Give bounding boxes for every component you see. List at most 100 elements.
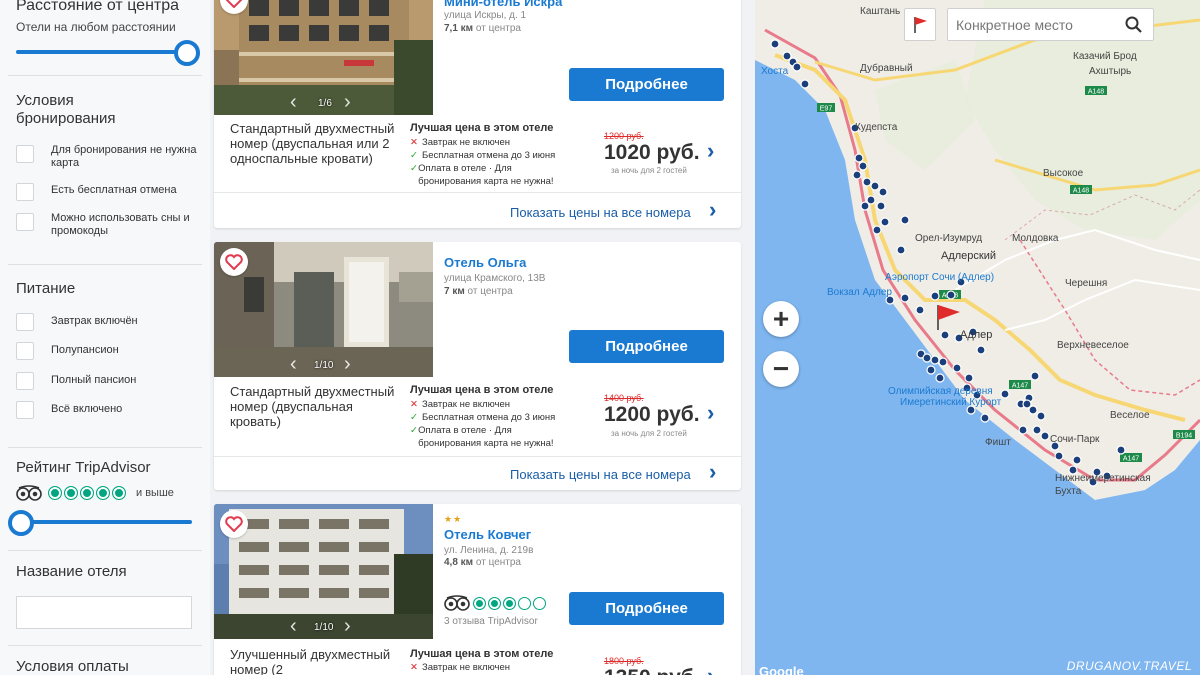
- hotel-pin-icon[interactable]: [922, 353, 932, 363]
- hotel-pin-icon[interactable]: [946, 290, 956, 300]
- photo-prev-arrow[interactable]: ‹: [290, 354, 297, 374]
- booking-conditions: ✕ Завтрак не включен ✓ Бесплатная отмена д…: [410, 136, 575, 188]
- hotel-pin-icon[interactable]: [980, 413, 990, 423]
- hotel-pin-icon[interactable]: [770, 39, 780, 49]
- photo-next-arrow[interactable]: ›: [344, 616, 351, 636]
- hotel-pin-icon[interactable]: [878, 187, 888, 197]
- hotel-pin-icon[interactable]: [792, 62, 802, 72]
- checkbox-full-board[interactable]: Полный пансион: [16, 371, 201, 390]
- zoom-out-button[interactable]: −: [763, 351, 799, 387]
- favorite-button[interactable]: [220, 248, 248, 276]
- checkbox-free-cancel[interactable]: Есть бесплатная отмена: [16, 182, 201, 201]
- hotel-pin-icon[interactable]: [926, 365, 936, 375]
- hotel-pin-icon[interactable]: [1000, 389, 1010, 399]
- checkbox-box[interactable]: [16, 342, 34, 360]
- hotel-stars: ★★: [444, 514, 463, 524]
- hotel-pin-icon[interactable]: [915, 305, 925, 315]
- photo-prev-arrow[interactable]: ‹: [290, 616, 297, 636]
- hotel-pin-icon[interactable]: [872, 225, 882, 235]
- hotel-name-link[interactable]: Мини-отель Искра: [444, 0, 562, 9]
- price-chevron-icon[interactable]: ›: [707, 400, 714, 426]
- hotel-name-input[interactable]: [16, 596, 192, 629]
- photo-prev-arrow[interactable]: ‹: [290, 92, 297, 112]
- checkbox-half-board[interactable]: Полупансион: [16, 341, 201, 360]
- hotel-photo[interactable]: ‹ 1/10 ›: [214, 242, 433, 377]
- price-chevron-icon[interactable]: ›: [707, 663, 714, 675]
- hotel-pin-icon[interactable]: [876, 201, 886, 211]
- hotel-pin-icon[interactable]: [964, 373, 974, 383]
- all-prices-link[interactable]: Показать цены на все номера: [510, 467, 691, 482]
- hotel-pin-icon[interactable]: [870, 181, 880, 191]
- checkbox-all-inclusive[interactable]: Всё включено: [16, 400, 201, 419]
- checkbox-label: Всё включено: [51, 403, 123, 415]
- checkbox-box[interactable]: [16, 183, 34, 201]
- tripadvisor-rating-filter[interactable]: и выше: [16, 485, 174, 501]
- checkbox-box[interactable]: [16, 213, 34, 231]
- favorite-button[interactable]: [220, 510, 248, 538]
- photo-next-arrow[interactable]: ›: [344, 354, 351, 374]
- hotel-pin-icon[interactable]: [1072, 455, 1082, 465]
- hotel-pin-icon[interactable]: [800, 79, 810, 89]
- hotel-pin-icon[interactable]: [1054, 451, 1064, 461]
- map-label: Имеретинский Курорт: [900, 397, 1002, 408]
- meals-filter-title: Питание: [16, 280, 76, 297]
- checkbox-box[interactable]: [16, 313, 34, 331]
- map-flag-button[interactable]: [904, 8, 936, 41]
- hotel-pin-icon[interactable]: [1116, 445, 1126, 455]
- hotel-pin-icon[interactable]: [1040, 431, 1050, 441]
- hotel-pin-icon[interactable]: [938, 357, 948, 367]
- price-chevron-icon[interactable]: ›: [707, 138, 714, 164]
- hotel-pin-icon[interactable]: [976, 345, 986, 355]
- hotel-name-link[interactable]: Отель Ковчег: [444, 527, 531, 542]
- tripadvisor-filter-title: Рейтинг TripAdvisor: [16, 459, 151, 476]
- map-search-input[interactable]: Конкретное место: [947, 8, 1154, 41]
- zoom-in-button[interactable]: +: [763, 301, 799, 337]
- hotel-pin-icon[interactable]: [860, 201, 870, 211]
- checkbox-box[interactable]: [16, 401, 34, 419]
- hotel-pin-icon[interactable]: [935, 373, 945, 383]
- hotel-pin-icon[interactable]: [900, 215, 910, 225]
- checkbox-box[interactable]: [16, 372, 34, 390]
- tripadvisor-slider-track[interactable]: [16, 520, 192, 524]
- details-button[interactable]: Подробнее: [569, 330, 724, 363]
- checkbox-breakfast[interactable]: Завтрак включён: [16, 312, 201, 331]
- hotel-pin-icon[interactable]: [1030, 371, 1040, 381]
- hotel-pin-icon[interactable]: [1022, 399, 1032, 409]
- hotel-pin-icon[interactable]: [854, 153, 864, 163]
- tripadvisor-rating[interactable]: [444, 595, 548, 611]
- chevron-right-icon[interactable]: ›: [709, 197, 716, 223]
- hotel-name-link[interactable]: Отель Ольга: [444, 255, 526, 270]
- hotel-pin-icon[interactable]: [852, 170, 862, 180]
- details-button[interactable]: Подробнее: [569, 68, 724, 101]
- details-button[interactable]: Подробнее: [569, 592, 724, 625]
- checkbox-promo[interactable]: Можно использовать сны и промокоды: [16, 212, 201, 238]
- hotel-pin-icon[interactable]: [858, 161, 868, 171]
- hotel-pin-icon[interactable]: [862, 177, 872, 187]
- hotel-pin-icon[interactable]: [880, 217, 890, 227]
- all-prices-link[interactable]: Показать цены на все номера: [510, 205, 691, 220]
- hotel-pin-icon[interactable]: [930, 291, 940, 301]
- hotel-pin-icon[interactable]: [1032, 425, 1042, 435]
- tripadvisor-reviews-link[interactable]: 3 отзыва TripAdvisor: [444, 616, 538, 627]
- hotel-card: ‹ 1/10 › Отель Ольга улица Крамского, 13…: [214, 242, 741, 490]
- map-label: Молдовка: [1012, 233, 1059, 244]
- hotel-pin-icon[interactable]: [930, 355, 940, 365]
- hotel-pin-icon[interactable]: [952, 363, 962, 373]
- distance-slider-handle[interactable]: [174, 40, 200, 66]
- distance-slider-track[interactable]: [16, 50, 184, 54]
- hotel-photo[interactable]: ‹ 1/6 ›: [214, 0, 433, 115]
- hotel-pin-icon[interactable]: [900, 293, 910, 303]
- chevron-right-icon[interactable]: ›: [709, 459, 716, 485]
- checkbox-box[interactable]: [16, 145, 34, 163]
- hotel-photo[interactable]: ‹ 1/10 ›: [214, 504, 433, 639]
- photo-next-arrow[interactable]: ›: [344, 92, 351, 112]
- checkbox-no-card[interactable]: Для бронирования не нужна карта: [16, 144, 201, 170]
- hotel-pin-icon[interactable]: [1036, 411, 1046, 421]
- tripadvisor-slider-handle[interactable]: [8, 510, 34, 536]
- hotel-pin-icon[interactable]: [940, 330, 950, 340]
- hotel-pin-icon[interactable]: [1018, 425, 1028, 435]
- search-icon[interactable]: [1125, 16, 1143, 34]
- map-panel[interactable]: E97 A148 A148 A148 A147 A147 B194 Каштан…: [755, 0, 1200, 675]
- old-price: 1400 руб.: [604, 393, 644, 403]
- hotel-pin-icon[interactable]: [896, 245, 906, 255]
